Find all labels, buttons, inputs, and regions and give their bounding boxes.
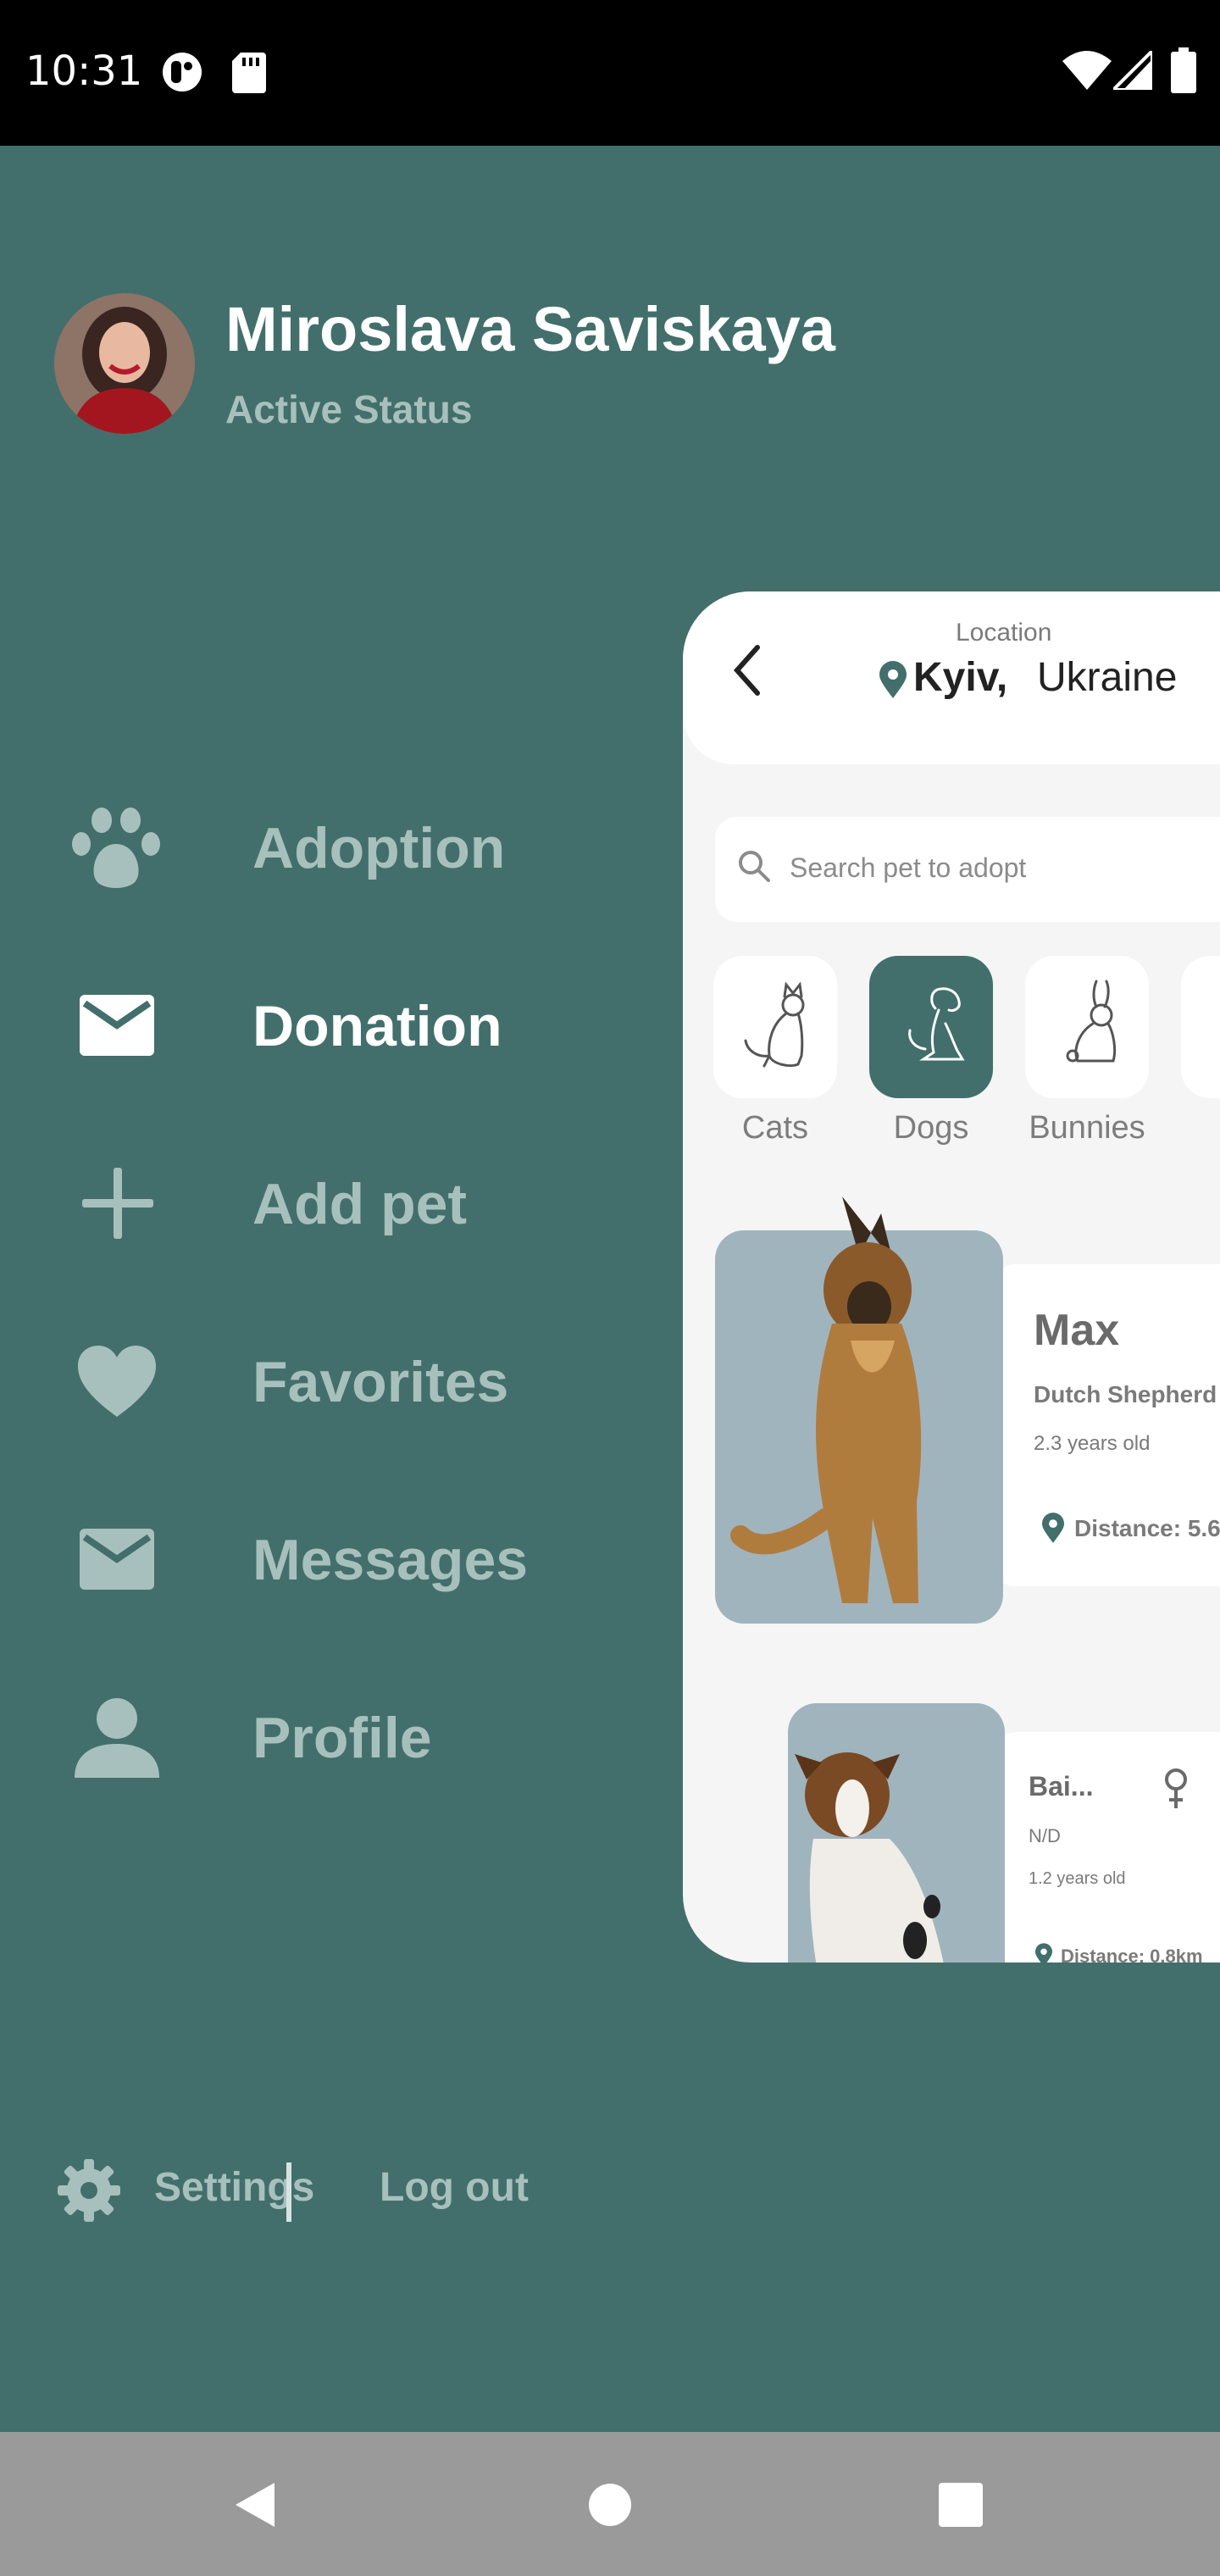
pet-distance-second: Distance: 0.8km (1061, 1946, 1203, 1963)
notification-icon (163, 53, 202, 92)
pet-breed-second: N/D (1029, 1825, 1061, 1846)
pet-photo-second[interactable] (788, 1703, 1005, 1963)
menu-label-messages: Messages (252, 1528, 529, 1592)
location-pin-icon (879, 661, 907, 698)
user-name: Miroslava Saviskaya (225, 294, 835, 364)
menu-label-favorites: Favorites (252, 1350, 509, 1414)
menu-label-add-pet: Add pet (252, 1172, 468, 1236)
category-label-dogs: Dogs (893, 1110, 969, 1146)
plus-icon (82, 1168, 153, 1239)
app-preview-card[interactable]: Location Kyiv, Ukraine Search pet to ado… (683, 591, 1220, 1963)
person-icon (75, 1698, 159, 1778)
pet-name-max: Max (1034, 1306, 1120, 1355)
user-status: Active Status (225, 387, 473, 431)
heart-icon (78, 1346, 156, 1417)
menu-label-adoption: Adoption (252, 816, 506, 880)
menu-item-favorites[interactable]: Favorites (0, 1330, 644, 1432)
menu-item-messages[interactable]: Messages (0, 1508, 644, 1610)
pet-age-max: 2.3 years old (1034, 1432, 1151, 1455)
gear-icon (58, 2159, 120, 2222)
battery-icon (1171, 47, 1196, 93)
preview-header: Location Kyiv, Ukraine (683, 591, 1220, 764)
pet-age-second: 1.2 years old (1029, 1869, 1126, 1888)
back-icon[interactable] (229, 2479, 280, 2530)
category-label-cats: Cats (741, 1110, 809, 1146)
location-country: Ukraine (1037, 655, 1178, 700)
dog-icon (908, 987, 965, 1061)
category-label-bunnies: Bunnies (1029, 1110, 1145, 1146)
search-icon (739, 851, 770, 882)
category-parrots[interactable] (1181, 956, 1220, 1098)
location-pin-icon (1042, 1513, 1064, 1543)
back-chevron-icon[interactable] (727, 641, 769, 700)
category-bunnies[interactable] (1025, 956, 1149, 1098)
german-shepherd-image (730, 1196, 922, 1603)
envelope-icon (80, 995, 154, 1056)
pet-photo-max[interactable] (715, 1196, 1003, 1624)
search-placeholder: Search pet to adopt (790, 852, 1027, 883)
cat-icon (744, 981, 805, 1068)
pet-distance-max: Distance: 5.6k (1074, 1515, 1220, 1541)
pet-name-second: Bai... (1029, 1771, 1094, 1802)
wifi-icon (1062, 51, 1112, 90)
location-pin-icon (1035, 1943, 1052, 1963)
location-city: Kyiv, (913, 655, 1008, 700)
footer-divider (286, 2162, 291, 2222)
category-label-parrots: Pa (1171, 1110, 1220, 1146)
recents-icon[interactable] (937, 2481, 984, 2529)
rabbit-icon (1066, 980, 1117, 1063)
home-icon[interactable] (586, 2481, 634, 2529)
category-cats[interactable] (713, 956, 837, 1098)
pet-breed-max: Dutch Shepherd (1034, 1381, 1217, 1407)
menu-item-profile[interactable]: Profile (0, 1686, 644, 1788)
cell-signal-icon (1113, 51, 1152, 90)
category-dogs[interactable] (869, 956, 993, 1098)
avatar[interactable] (54, 293, 195, 434)
jack-russell-image (795, 1752, 944, 1963)
menu-item-donation[interactable]: Donation (0, 974, 644, 1076)
menu-item-add-pet[interactable]: Add pet (0, 1152, 644, 1254)
envelope-icon (80, 1529, 154, 1590)
location-label: Location (956, 619, 1052, 647)
system-nav-bar (0, 2432, 1220, 2576)
menu-item-adoption[interactable]: Adoption (0, 797, 644, 898)
search-input[interactable]: Search pet to adopt (715, 817, 1220, 922)
female-icon (1165, 1768, 1187, 1808)
status-time: 10:31 (25, 47, 143, 95)
settings-link[interactable]: Settings (58, 2152, 314, 2229)
paw-icon (72, 808, 160, 888)
menu-label-donation: Donation (252, 994, 502, 1058)
avatar-image (54, 293, 195, 434)
sd-card-icon (232, 53, 266, 93)
menu-label-profile: Profile (252, 1706, 432, 1770)
pet-card-second[interactable] (988, 1732, 1220, 1963)
status-bar: 10:31 (0, 0, 1220, 146)
logout-link[interactable]: Log out (380, 2164, 529, 2211)
